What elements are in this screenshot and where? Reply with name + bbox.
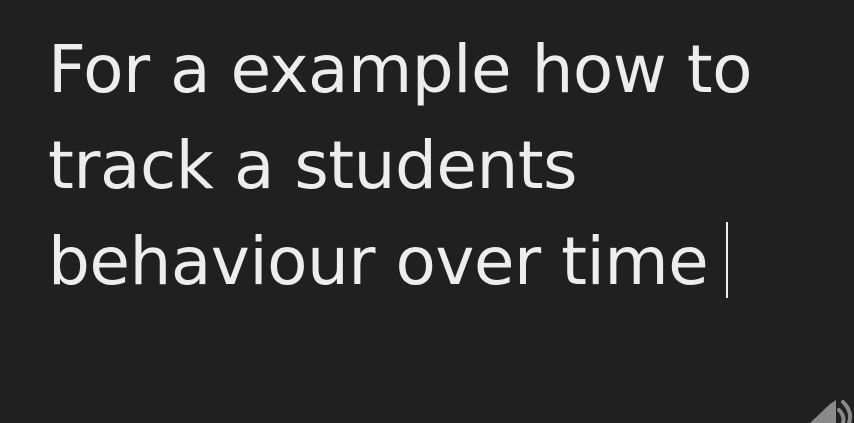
- text-line-3: behaviour over time: [48, 223, 709, 300]
- text-content[interactable]: For a example how to track a students be…: [48, 22, 828, 310]
- text-line-1: For a example how to: [48, 31, 753, 108]
- text-cursor: [726, 222, 729, 298]
- text-line-2: track a students: [48, 127, 578, 204]
- text-editor-canvas[interactable]: For a example how to track a students be…: [0, 0, 854, 423]
- text-line-3-container: behaviour over time: [48, 214, 828, 310]
- speaker-icon[interactable]: [810, 392, 854, 423]
